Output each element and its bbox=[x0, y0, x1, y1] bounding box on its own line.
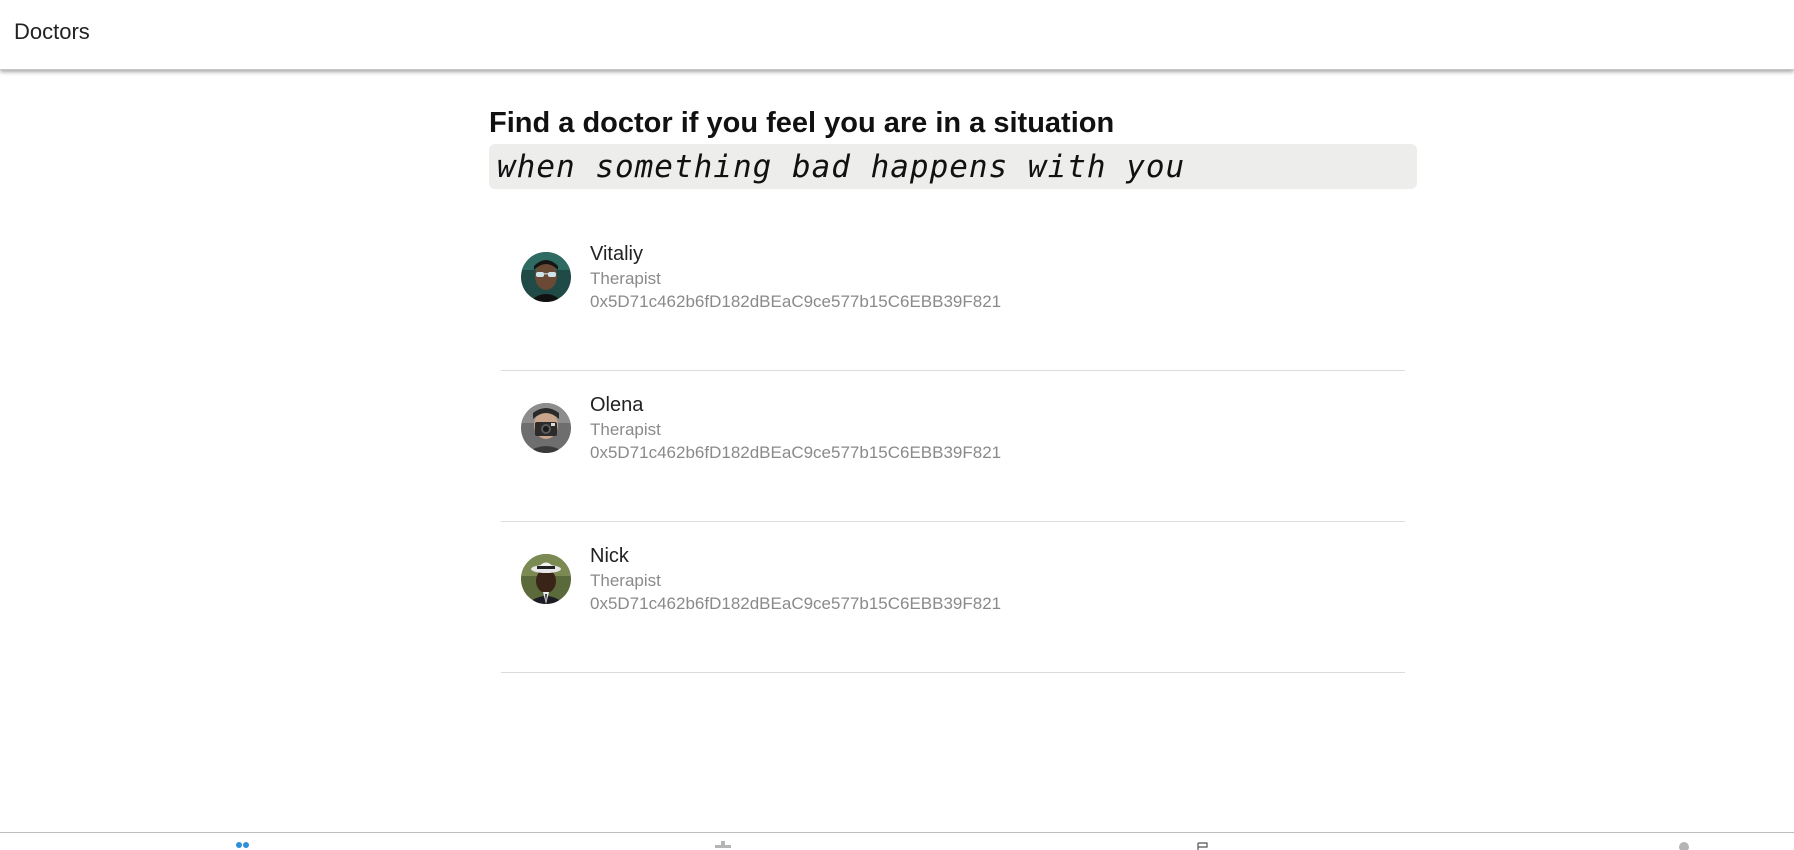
headline: Find a doctor if you feel you are in a s… bbox=[489, 107, 1115, 139]
doctor-avatar bbox=[521, 252, 571, 302]
tab-flag[interactable] bbox=[1173, 833, 1233, 850]
bottom-navigation bbox=[0, 832, 1794, 850]
profile-icon bbox=[1679, 842, 1689, 850]
doctor-avatar bbox=[521, 554, 571, 604]
doctor-address: 0x5D71c462b6fD182dBEaC9ce577b15C6EBB39F8… bbox=[590, 594, 1002, 613]
doctor-info: Olena Therapist 0x5D71c462b6fD182dBEaC9c… bbox=[590, 392, 1001, 464]
doctor-avatar bbox=[521, 403, 571, 453]
doctors-page: Doctors Find a doctor if you feel you ar… bbox=[0, 0, 1794, 850]
doctor-list-item[interactable]: Vitaliy Therapist 0x5D71c462b6fD182dBEaC… bbox=[501, 220, 1405, 371]
doctor-name: Vitaliy bbox=[590, 243, 643, 265]
avatar-photo-icon bbox=[521, 252, 571, 302]
doctor-list: Vitaliy Therapist 0x5D71c462b6fD182dBEaC… bbox=[501, 220, 1405, 673]
tab-profile[interactable] bbox=[1654, 833, 1714, 850]
doctor-role: Therapist bbox=[590, 269, 661, 288]
doctor-list-item[interactable]: Nick Therapist 0x5D71c462b6fD182dBEaC9ce… bbox=[501, 522, 1405, 673]
main-content: Find a doctor if you feel you are in a s… bbox=[489, 104, 1417, 673]
tab-medical[interactable] bbox=[693, 833, 753, 850]
people-icon bbox=[236, 842, 249, 848]
quote-block: when something bad happens with you bbox=[489, 144, 1417, 189]
doctor-address: 0x5D71c462b6fD182dBEaC9ce577b15C6EBB39F8… bbox=[590, 292, 1002, 311]
doctor-name: Nick bbox=[590, 545, 629, 567]
doctor-list-item[interactable]: Olena Therapist 0x5D71c462b6fD182dBEaC9c… bbox=[501, 371, 1405, 522]
doctor-address: 0x5D71c462b6fD182dBEaC9ce577b15C6EBB39F8… bbox=[590, 443, 1002, 462]
medical-icon bbox=[715, 841, 731, 848]
doctor-name: Olena bbox=[590, 394, 644, 416]
page-title: Doctors bbox=[14, 19, 90, 44]
doctor-role: Therapist bbox=[590, 420, 661, 439]
flag-icon bbox=[1197, 842, 1208, 850]
doctor-role: Therapist bbox=[590, 571, 661, 590]
app-header: Doctors bbox=[0, 0, 1794, 70]
doctor-info: Nick Therapist 0x5D71c462b6fD182dBEaC9ce… bbox=[590, 543, 1001, 615]
avatar-photo-icon bbox=[521, 403, 571, 453]
avatar-photo-icon bbox=[521, 554, 571, 604]
doctor-info: Vitaliy Therapist 0x5D71c462b6fD182dBEaC… bbox=[590, 241, 1001, 313]
tab-doctors[interactable] bbox=[213, 833, 273, 850]
